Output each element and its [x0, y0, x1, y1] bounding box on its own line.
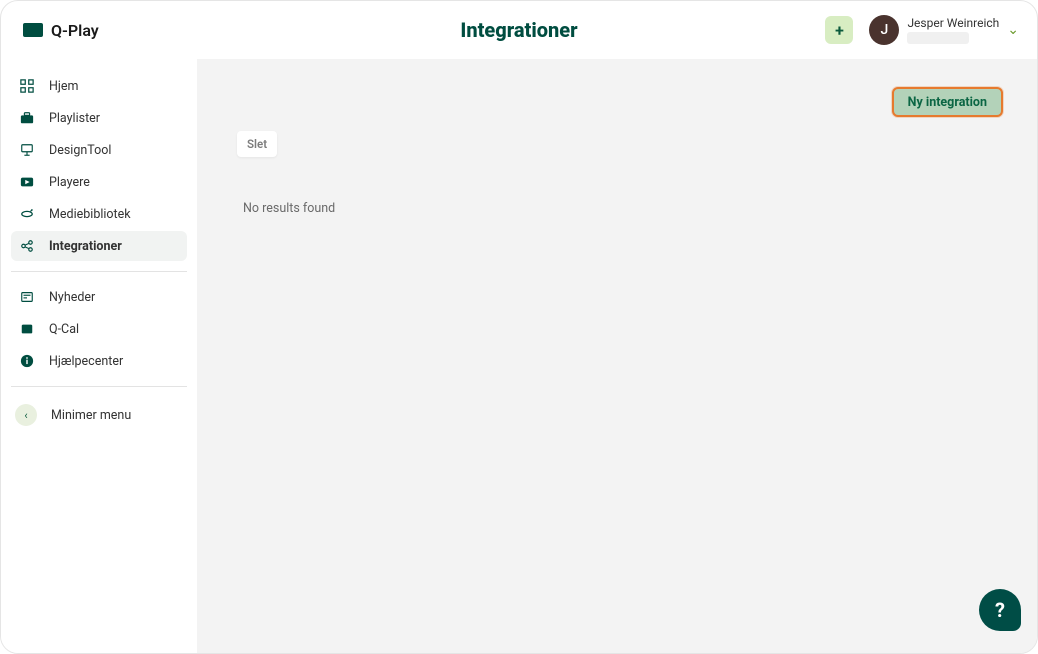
- sidebar-item-label: Hjem: [49, 79, 79, 94]
- sidebar-item-label: Q-Cal: [49, 322, 79, 337]
- sidebar-item-label: Playere: [49, 175, 90, 190]
- easel-icon: [19, 142, 35, 158]
- logo[interactable]: Q-Play: [23, 21, 99, 40]
- calendar-icon: [19, 321, 35, 337]
- user-menu[interactable]: J Jesper Weinreich ⌄: [869, 15, 1019, 45]
- chevron-down-icon[interactable]: ⌄: [1007, 22, 1019, 38]
- user-info: Jesper Weinreich: [907, 16, 999, 44]
- user-name: Jesper Weinreich: [907, 16, 999, 30]
- user-sub-placeholder: [907, 32, 969, 44]
- app-frame: Q-Play Integrationer + J Jesper Weinreic…: [0, 0, 1038, 654]
- nav-divider: [11, 271, 187, 272]
- minimize-menu[interactable]: ‹ Minimer menu: [11, 397, 187, 433]
- play-icon: [19, 174, 35, 190]
- sidebar-item-hjaelpecenter[interactable]: Hjælpecenter: [11, 346, 187, 376]
- help-fab[interactable]: ?: [979, 589, 1021, 631]
- minimize-label: Minimer menu: [51, 408, 131, 423]
- sidebar-item-playere[interactable]: Playere: [11, 167, 187, 197]
- logo-icon: [23, 23, 43, 37]
- new-integration-button[interactable]: Ny integration: [892, 87, 1003, 117]
- info-icon: [19, 353, 35, 369]
- nav-divider: [11, 386, 187, 387]
- chevron-left-icon: ‹: [15, 404, 37, 426]
- sidebar-item-integrationer[interactable]: Integrationer: [11, 231, 187, 261]
- logo-text: Q-Play: [51, 21, 99, 40]
- grid-icon: [19, 78, 35, 94]
- library-icon: [19, 206, 35, 222]
- sidebar: Hjem Playlister DesignTool Playere: [1, 59, 197, 653]
- sidebar-item-label: Nyheder: [49, 290, 95, 305]
- main-content: Ny integration Slet No results found: [197, 59, 1037, 653]
- sidebar-item-label: Playlister: [49, 111, 100, 126]
- avatar: J: [869, 15, 899, 45]
- sidebar-item-label: Integrationer: [49, 239, 122, 254]
- briefcase-icon: [19, 110, 35, 126]
- body: Hjem Playlister DesignTool Playere: [1, 59, 1037, 653]
- add-button[interactable]: +: [825, 16, 853, 44]
- header: Q-Play Integrationer + J Jesper Weinreic…: [1, 1, 1037, 59]
- news-icon: [19, 289, 35, 305]
- share-icon: [19, 238, 35, 254]
- header-right: + J Jesper Weinreich ⌄: [825, 15, 1019, 45]
- sidebar-item-mediebibliotek[interactable]: Mediebibliotek: [11, 199, 187, 229]
- sidebar-item-qcal[interactable]: Q-Cal: [11, 314, 187, 344]
- delete-button[interactable]: Slet: [237, 131, 277, 157]
- sidebar-item-hjem[interactable]: Hjem: [11, 71, 187, 101]
- sidebar-item-nyheder[interactable]: Nyheder: [11, 282, 187, 312]
- sidebar-item-label: Mediebibliotek: [49, 207, 131, 222]
- sidebar-item-label: Hjælpecenter: [49, 354, 123, 369]
- sidebar-item-designtool[interactable]: DesignTool: [11, 135, 187, 165]
- sidebar-item-playlister[interactable]: Playlister: [11, 103, 187, 133]
- no-results-text: No results found: [243, 201, 1003, 216]
- sidebar-item-label: DesignTool: [49, 143, 111, 158]
